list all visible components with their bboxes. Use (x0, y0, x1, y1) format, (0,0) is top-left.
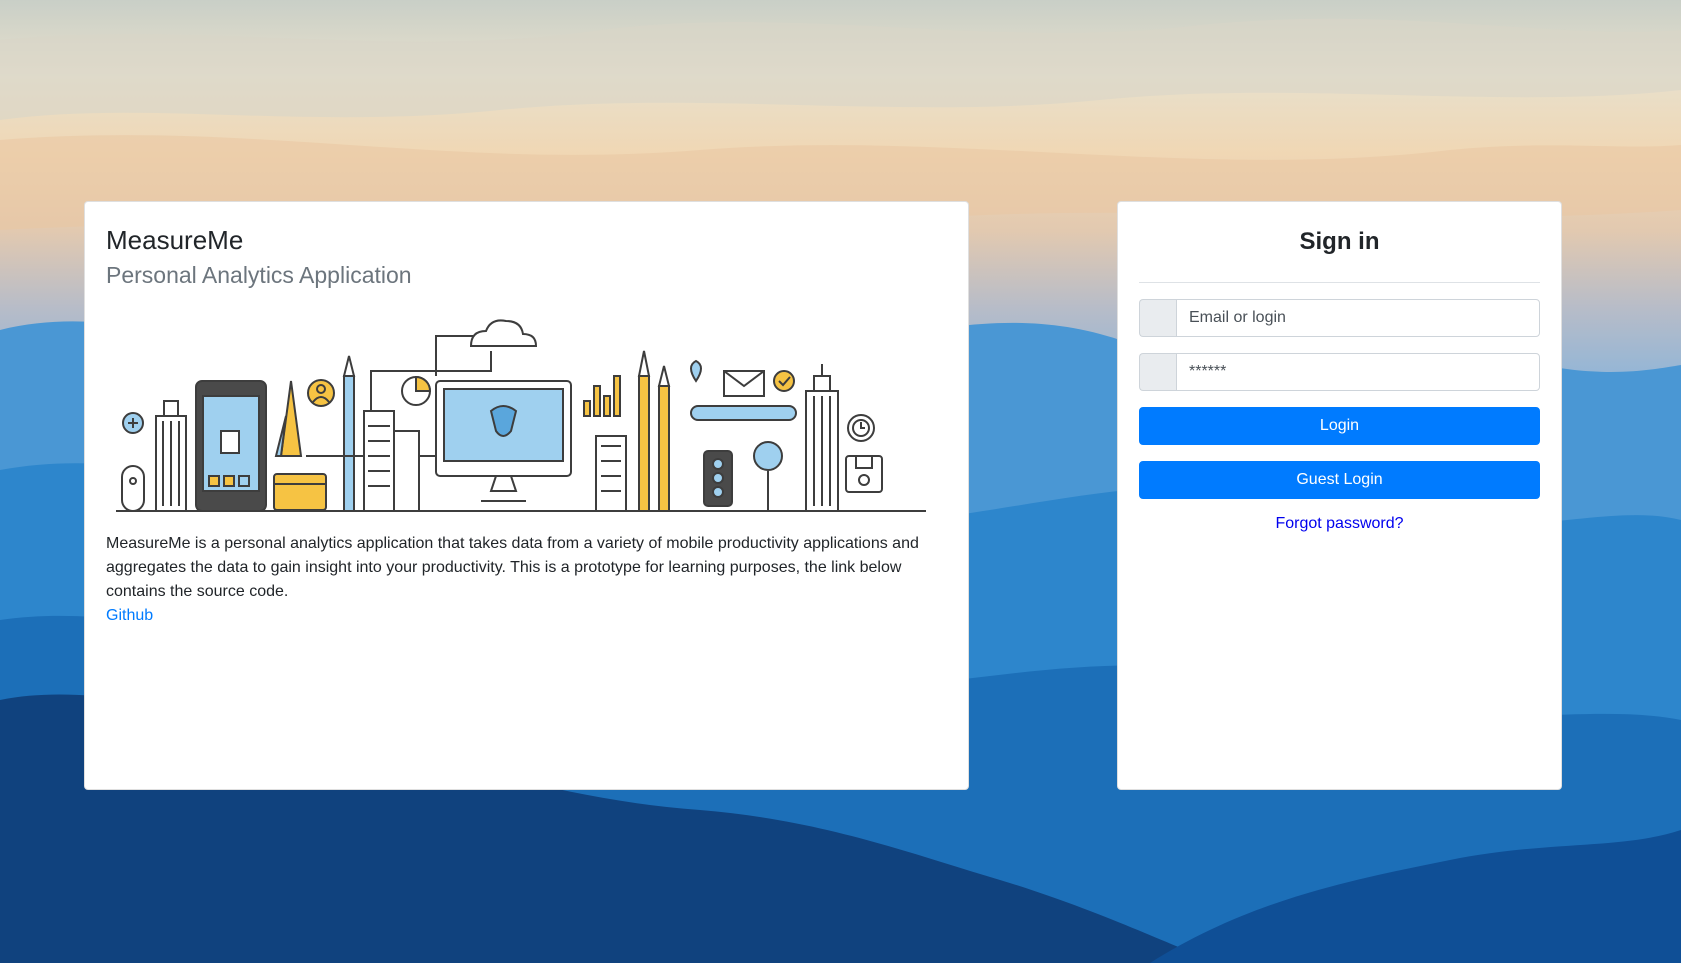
email-input-addon (1139, 299, 1176, 337)
sign-in-title: Sign in (1299, 228, 1380, 255)
password-input-addon (1139, 353, 1176, 391)
password-input[interactable] (1176, 353, 1540, 391)
guest-login-button[interactable]: Guest Login (1139, 461, 1540, 499)
email-input[interactable] (1176, 299, 1540, 337)
login-button[interactable]: Login (1139, 407, 1540, 445)
app-subtitle: Personal Analytics Application (106, 262, 412, 288)
email-input-group (1139, 299, 1540, 337)
divider (1139, 282, 1540, 283)
app-title: MeasureMe (106, 225, 244, 255)
app-description: MeasureMe is a personal analytics applic… (106, 535, 919, 600)
github-link[interactable]: Github (106, 604, 153, 628)
sign-in-card: Sign in Login Guest Login Forgot passwor… (1117, 201, 1562, 790)
forgot-password-link[interactable]: Forgot password? (1139, 515, 1540, 533)
hero-illustration (106, 316, 936, 516)
app-info-card: MeasureMe Personal Analytics Application (84, 201, 969, 790)
password-input-group (1139, 353, 1540, 391)
